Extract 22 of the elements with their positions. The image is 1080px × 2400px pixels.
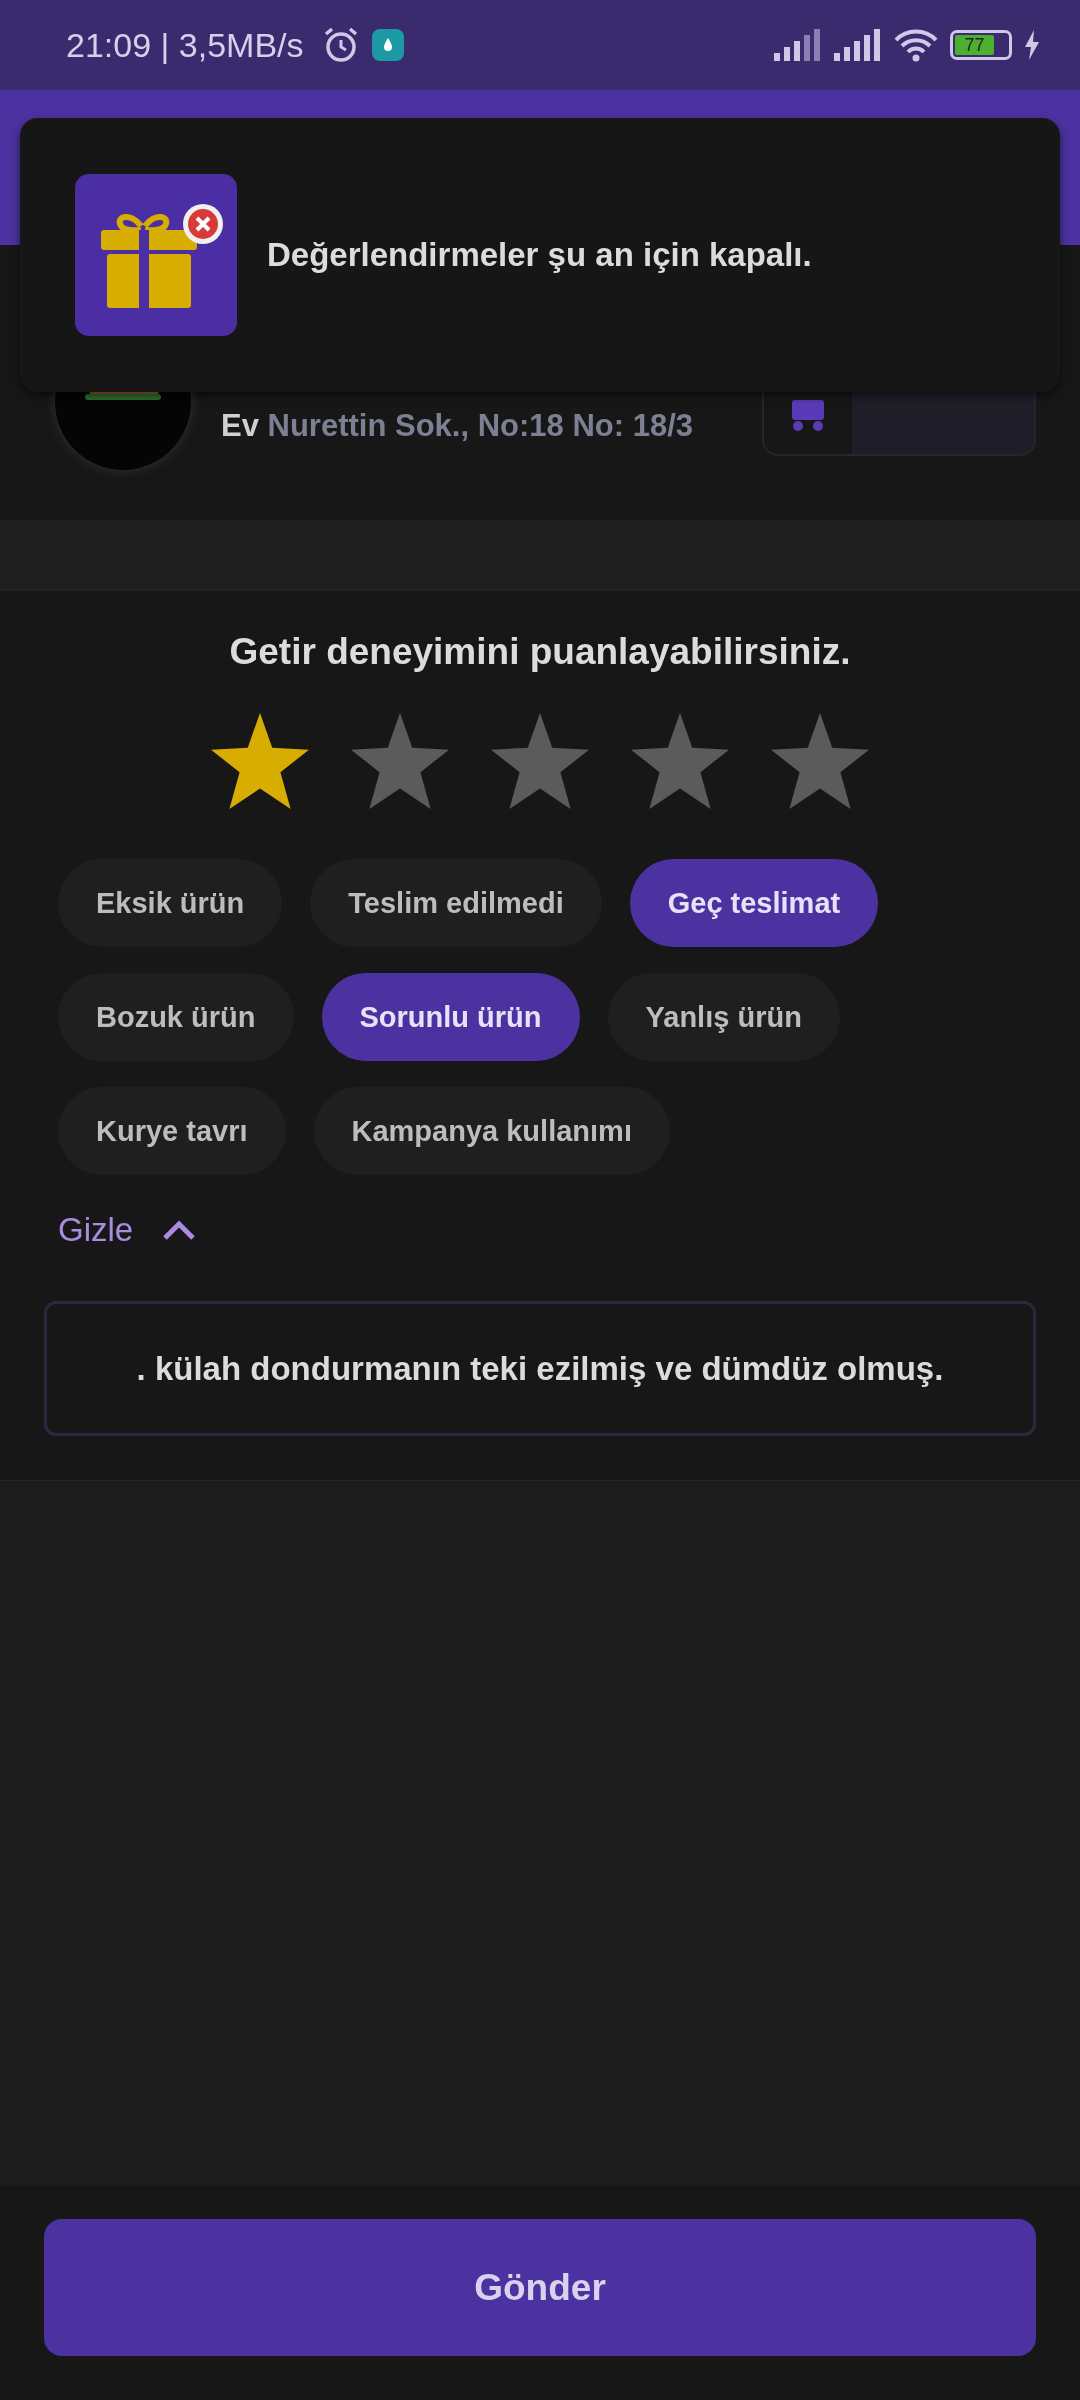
status-time: 21:09 | 3,5MB/s [66, 25, 304, 65]
reason-chip[interactable]: Teslim edilmedi [310, 859, 602, 947]
signal-icon [774, 29, 822, 61]
reason-chip[interactable]: Kampanya kullanımı [313, 1087, 670, 1175]
comment-field[interactable]: . külah dondurmanın teki ezilmiş ve dümdüz olmuş. [44, 1301, 1036, 1436]
submit-button[interactable]: Gönder [44, 2219, 1036, 2356]
toast-message: Değerlendirmeler şu an için kapalı. [267, 236, 812, 274]
reason-chip[interactable]: Yanlış ürün [607, 973, 840, 1061]
reason-chip[interactable]: Geç teslimat [629, 859, 879, 947]
hide-toggle[interactable]: Gizle [58, 1211, 1036, 1249]
reason-chip[interactable]: Sorunlu ürün [321, 973, 580, 1061]
signal-icon [834, 29, 882, 61]
reason-chip[interactable]: Eksik ürün [58, 859, 283, 947]
reason-chip[interactable]: Kurye tavrı [58, 1087, 286, 1175]
delivery-address: Ev Nurettin Sok., No:18 No: 18/3 [221, 408, 694, 444]
battery-level: 77 [955, 35, 994, 55]
charging-icon [1024, 30, 1040, 60]
gift-icon [75, 174, 237, 336]
rating-prompt: Getir deneyimini puanlayabilirsiniz. [228, 631, 852, 673]
wifi-icon [894, 28, 938, 62]
reason-chip[interactable]: Bozuk ürün [58, 973, 294, 1061]
drop-icon [371, 29, 404, 61]
